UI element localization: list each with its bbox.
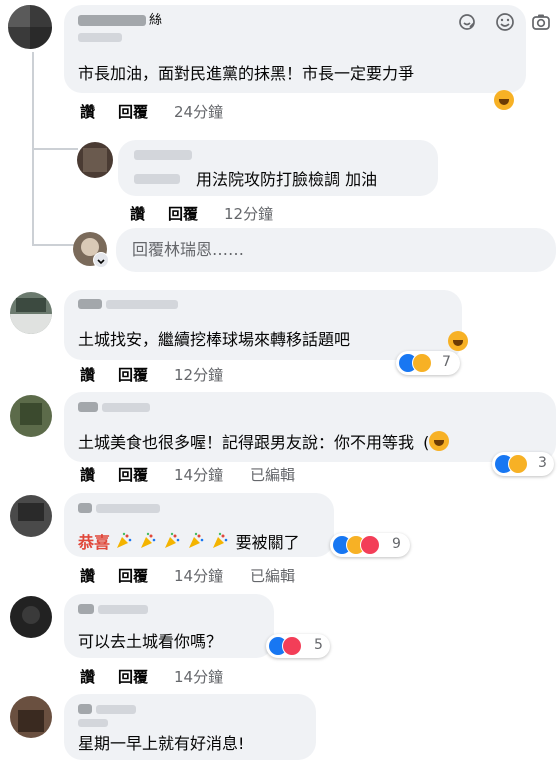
- timestamp[interactable]: 12分鐘: [174, 366, 223, 384]
- commenter-name: [78, 33, 122, 42]
- emoji-icon[interactable]: [494, 11, 516, 33]
- commenter-name: [106, 300, 178, 309]
- timestamp[interactable]: 12分鐘: [224, 205, 273, 223]
- reply-button[interactable]: 回覆: [118, 567, 148, 585]
- reaction-count: 7: [442, 354, 451, 370]
- comment-text: 星期一早上就有好消息!: [78, 734, 245, 753]
- edited-label[interactable]: 已編輯: [250, 466, 295, 484]
- party-popper-icon: [117, 532, 132, 548]
- like-button[interactable]: 讚: [80, 567, 95, 585]
- reaction-count: 9: [392, 536, 401, 552]
- love-reaction-icon: [360, 535, 380, 555]
- commenter-name[interactable]: [78, 402, 98, 412]
- camera-icon[interactable]: [530, 11, 552, 33]
- comment-actions: 讚 回覆 24分鐘: [78, 103, 298, 121]
- reaction-summary[interactable]: 7: [396, 351, 460, 375]
- comment-actions: 讚 回覆 12分鐘: [78, 366, 298, 384]
- avatar[interactable]: [77, 142, 113, 178]
- reply-button[interactable]: 回覆: [118, 103, 148, 121]
- commenter-name[interactable]: [78, 299, 102, 309]
- comment-text: 恭喜 要被關了: [78, 532, 300, 552]
- timestamp[interactable]: 14分鐘: [174, 668, 223, 686]
- timestamp[interactable]: 14分鐘: [174, 466, 223, 484]
- love-reaction-icon: [282, 636, 302, 656]
- commenter-name[interactable]: [78, 604, 94, 614]
- commenter-name: [98, 605, 148, 614]
- laughing-emoji-icon: [494, 90, 514, 110]
- thread-branch: [32, 244, 74, 246]
- reply-button[interactable]: 回覆: [118, 366, 148, 384]
- reaction-summary[interactable]: 3: [492, 452, 554, 476]
- congrats-highlight: 恭喜: [78, 533, 111, 552]
- commenter-name[interactable]: [134, 150, 192, 160]
- haha-reaction-icon: [508, 454, 528, 474]
- timestamp[interactable]: 24分鐘: [174, 103, 223, 121]
- comment-actions: 讚 回覆 14分鐘 已編輯: [78, 466, 378, 484]
- comment-actions: 讚 回覆 14分鐘: [78, 668, 298, 686]
- comment-text: 可以去土城看你嗎？: [78, 632, 223, 651]
- reaction-summary[interactable]: 5: [266, 634, 330, 658]
- comment-actions: 讚 回覆 12分鐘: [130, 205, 350, 223]
- avatar[interactable]: [10, 292, 52, 334]
- party-popper-icon: [189, 532, 204, 548]
- reply-button[interactable]: 回覆: [118, 466, 148, 484]
- timestamp[interactable]: 14分鐘: [174, 567, 223, 585]
- thread-branch: [32, 148, 78, 150]
- commenter-name: [78, 719, 108, 727]
- reply-button[interactable]: 回覆: [168, 205, 198, 223]
- reply-input-placeholder: 回覆林瑞恩……: [132, 240, 245, 259]
- rofl-emoji-icon: [448, 331, 469, 351]
- commenter-name-suffix: 絲: [149, 13, 163, 28]
- like-button[interactable]: 讚: [80, 466, 95, 484]
- commenter-name: [134, 174, 180, 184]
- commenter-name: [96, 705, 136, 714]
- like-button[interactable]: 讚: [130, 205, 145, 223]
- commenter-name[interactable]: [78, 15, 146, 26]
- comment-text: 土城找安，繼續挖棒球場來轉移話題吧: [78, 330, 351, 349]
- reaction-count: 5: [314, 637, 323, 653]
- crying-emoji-icon: [429, 431, 450, 451]
- avatar[interactable]: [10, 495, 52, 537]
- commenter-name[interactable]: [78, 503, 92, 513]
- haha-reaction-icon: [412, 353, 432, 373]
- edited-label[interactable]: 已編輯: [250, 567, 295, 585]
- comment-text: 土城美食也很多喔！記得跟男友說：你不用等我 (: [78, 431, 450, 453]
- comment-text: 市長加油，面對民進黨的抹黑！市長一定要力爭: [78, 64, 415, 83]
- chevron-down-icon[interactable]: [93, 252, 109, 268]
- like-button[interactable]: 讚: [80, 668, 95, 686]
- like-button[interactable]: 讚: [80, 103, 95, 121]
- reaction-summary[interactable]: 9: [330, 533, 410, 557]
- commenter-name: [102, 403, 150, 412]
- commenter-name: [96, 504, 160, 513]
- reply-button[interactable]: 回覆: [118, 668, 148, 686]
- party-popper-icon: [165, 532, 180, 548]
- avatar[interactable]: [10, 395, 52, 437]
- avatar[interactable]: [10, 596, 52, 638]
- avatar[interactable]: [10, 696, 52, 738]
- like-button[interactable]: 讚: [80, 366, 95, 384]
- avatar[interactable]: [8, 5, 52, 49]
- party-popper-icon: [213, 532, 228, 548]
- commenter-name[interactable]: [78, 704, 92, 714]
- sticker-icon[interactable]: [456, 11, 478, 33]
- comment-actions: 讚 回覆 14分鐘 已編輯: [78, 567, 378, 585]
- comment-text: 用法院攻防打臉檢調 加油: [196, 170, 378, 189]
- party-popper-icon: [141, 532, 156, 548]
- reaction-count: 3: [538, 455, 547, 471]
